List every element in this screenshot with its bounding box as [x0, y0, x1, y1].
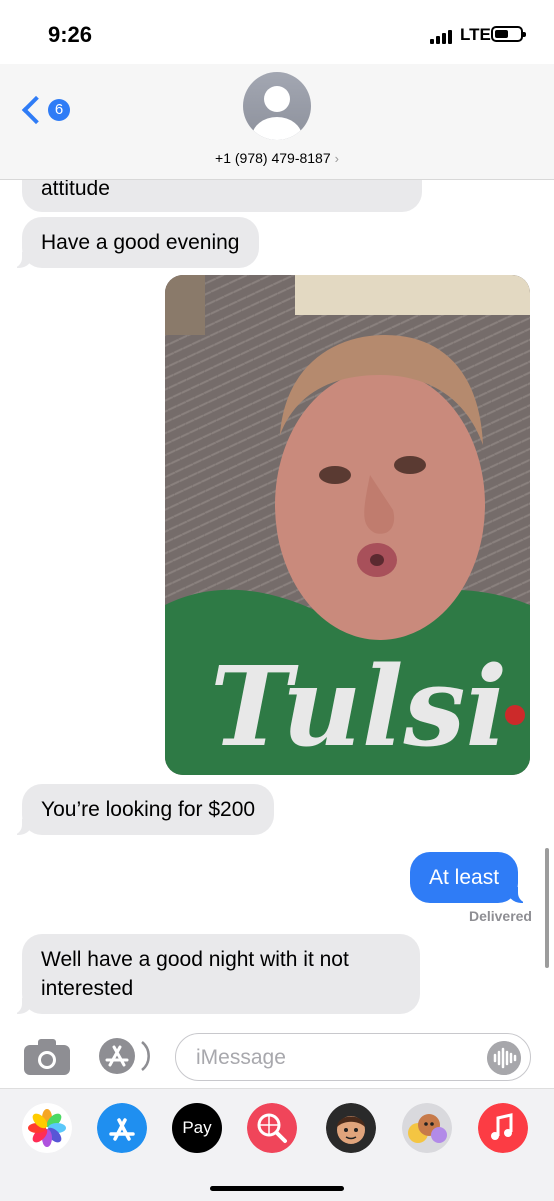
message-text: At least: [429, 866, 500, 889]
music-icon[interactable]: [478, 1103, 528, 1153]
status-time: 9:26: [48, 22, 93, 47]
message-photo[interactable]: Tulsi: [165, 275, 530, 775]
contact-chevron-icon: ›: [334, 151, 339, 166]
message-text: Have a good evening: [41, 231, 240, 254]
home-indicator[interactable]: [210, 1186, 344, 1191]
animoji-icon[interactable]: [402, 1103, 452, 1153]
imessage-input[interactable]: [175, 1033, 531, 1081]
message-field[interactable]: [194, 1040, 478, 1076]
contact-label[interactable]: +1 (978) 479-8187 ›: [0, 150, 554, 166]
apple-pay-icon[interactable]: Pay: [172, 1103, 222, 1153]
header-overlay: 6 +1 (978) 479-8187 ›: [0, 64, 554, 179]
app-store-button-icon[interactable]: [98, 1037, 150, 1075]
audio-message-icon[interactable]: [487, 1041, 521, 1075]
message-incoming[interactable]: You’re looking for $200: [9, 784, 275, 835]
search-images-icon[interactable]: [247, 1103, 297, 1153]
apple-pay-label: Pay: [182, 1118, 212, 1137]
network-type: LTE: [460, 25, 491, 44]
app-store-icon[interactable]: [97, 1103, 147, 1153]
scrollbar[interactable]: [545, 848, 549, 968]
selfie-image: Tulsi: [165, 275, 530, 775]
back-chevron-icon: [21, 95, 51, 125]
message-incoming[interactable]: Have a good evening: [10, 217, 259, 268]
message-outgoing[interactable]: At least: [410, 852, 531, 903]
contact-phone[interactable]: +1 (978) 479-8187: [215, 150, 331, 166]
photos-icon[interactable]: [22, 1103, 72, 1153]
memoji-icon[interactable]: [326, 1103, 376, 1153]
app-drawer: Pay: [0, 1088, 554, 1201]
back-badge: 6: [48, 99, 70, 121]
delivery-status: Delivered: [468, 908, 532, 924]
signal-icon: [430, 30, 454, 44]
message-text: You’re looking for $200: [41, 798, 256, 821]
message-text: attitude: [41, 177, 110, 200]
message-incoming[interactable]: Well have a good night with it not inter…: [10, 934, 420, 1014]
avatar-image[interactable]: [243, 72, 311, 140]
battery-icon: [491, 26, 526, 42]
message-text: Well have a good night with it not inter…: [41, 948, 349, 1000]
composer-bar: [0, 1028, 554, 1088]
shirt-text: Tulsi: [210, 642, 507, 771]
back-button-link[interactable]: 6: [21, 94, 72, 130]
camera-icon[interactable]: [24, 1039, 70, 1075]
status-bar: 9:26 LTE: [0, 0, 554, 70]
